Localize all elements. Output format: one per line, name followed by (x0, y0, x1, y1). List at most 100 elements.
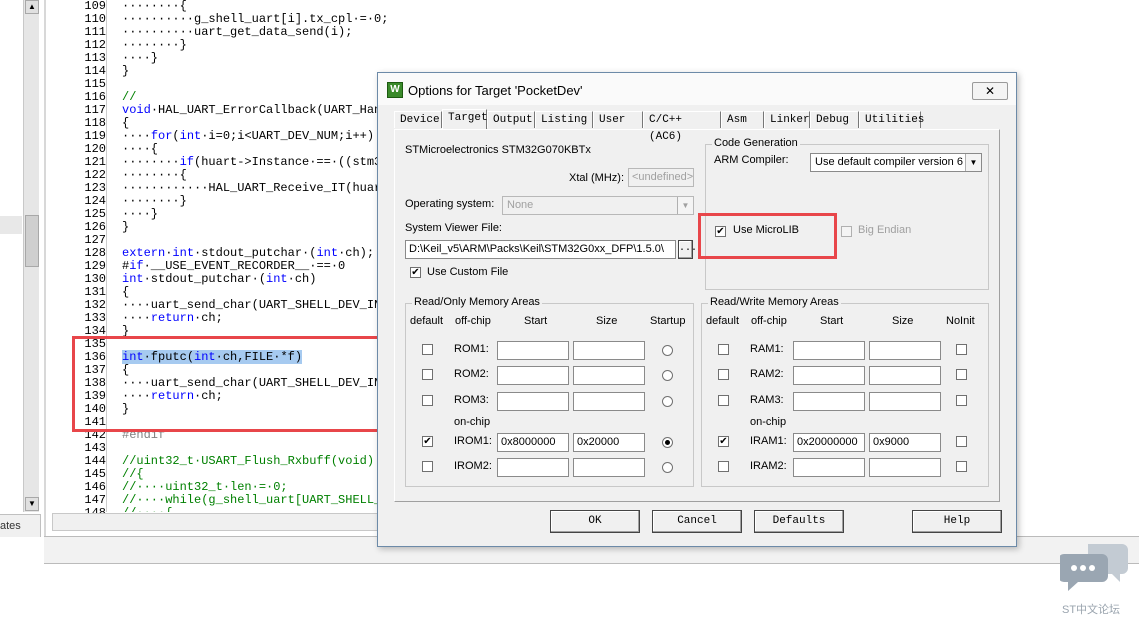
start-field[interactable] (497, 366, 569, 385)
default-checkbox[interactable] (422, 344, 433, 355)
default-checkbox[interactable] (422, 395, 433, 406)
size-field[interactable] (869, 341, 941, 360)
microlib-highlight-box (698, 213, 837, 259)
code-text: ··········g_shell_uart[i].tx_cpl·=·0; (122, 12, 389, 26)
start-field[interactable] (793, 392, 865, 411)
editor-horizontal-scrollbar[interactable] (52, 513, 384, 531)
code-text: ········} (122, 38, 187, 52)
code-line: void·HAL_UART_ErrorCallback(UART_Handle (122, 104, 402, 117)
tab-user[interactable]: User (593, 111, 643, 128)
help-button[interactable]: Help (912, 510, 1002, 533)
default-checkbox[interactable] (718, 344, 729, 355)
arm-compiler-select[interactable]: Use default compiler version 6 ▼ (810, 153, 982, 172)
column-header: off-chip (751, 315, 787, 327)
size-field[interactable] (869, 366, 941, 385)
tab-c-c-ac6[interactable]: C/C++ (AC6) (643, 111, 721, 143)
code-text: ··········uart_get_data_send(i); (122, 25, 353, 39)
code-text: int·stdout_putchar·(int·ch) (122, 272, 317, 286)
tab-debug[interactable]: Debug (810, 111, 859, 128)
start-field[interactable] (793, 366, 865, 385)
size-field[interactable] (869, 458, 941, 477)
noinit-checkbox[interactable] (956, 344, 967, 355)
size-field[interactable] (573, 366, 645, 385)
onchip-label: on-chip (750, 416, 787, 428)
readwrite-memory-group: Read/Write Memory Areas default off-chip S… (701, 296, 989, 487)
tab-utilities[interactable]: Utilities (859, 111, 924, 128)
column-header: NoInit (946, 315, 975, 327)
xtal-field[interactable]: <undefined> (628, 168, 694, 187)
memory-area-name: IRAM1: (750, 435, 787, 447)
start-field[interactable] (497, 392, 569, 411)
dialog-titlebar[interactable]: W Options for Target 'PocketDev' ✕ (378, 73, 1016, 105)
watermark-text: ST中文论坛 (1062, 604, 1121, 616)
code-editor[interactable]: ········{··········g_shell_uart[i].tx_cp… (122, 0, 402, 512)
noinit-checkbox[interactable] (956, 461, 967, 472)
column-header: Start (524, 315, 548, 327)
svf-field[interactable]: D:\Keil_v5\ARM\Packs\Keil\STM32G0xx_DFP\… (405, 240, 676, 259)
scroll-down-arrow-icon[interactable]: ▼ (25, 497, 39, 511)
options-dialog: W Options for Target 'PocketDev' ✕ Devic… (377, 72, 1017, 547)
project-panel-tab[interactable]: ates (0, 514, 41, 537)
default-checkbox[interactable]: ✔ (718, 436, 729, 447)
startup-radio[interactable] (662, 462, 673, 473)
tab-asm[interactable]: Asm (721, 111, 764, 128)
os-select[interactable]: None ▼ (502, 196, 694, 215)
size-field[interactable] (573, 458, 645, 477)
size-field[interactable]: 0x20000 (573, 433, 645, 452)
code-line: } (122, 65, 402, 78)
project-panel-selected-row[interactable] (0, 216, 22, 234)
scrollbar-thumb[interactable] (25, 215, 39, 267)
startup-radio[interactable] (662, 345, 673, 356)
start-field[interactable]: 0x8000000 (497, 433, 569, 452)
memory-area-name: ROM1: (454, 343, 489, 355)
onchip-label: on-chip (454, 416, 491, 428)
default-checkbox[interactable] (718, 369, 729, 380)
size-field[interactable] (573, 392, 645, 411)
default-checkbox[interactable]: ✔ (422, 436, 433, 447)
start-field[interactable] (793, 341, 865, 360)
start-field[interactable] (497, 341, 569, 360)
size-field[interactable]: 0x9000 (869, 433, 941, 452)
start-field[interactable]: 0x20000000 (793, 433, 865, 452)
default-checkbox[interactable] (718, 395, 729, 406)
startup-radio[interactable] (662, 370, 673, 381)
big-endian-checkbox[interactable] (841, 226, 852, 237)
noinit-checkbox[interactable] (956, 436, 967, 447)
close-icon[interactable]: ✕ (972, 82, 1008, 100)
tab-listing[interactable]: Listing (535, 111, 593, 128)
keil-app-icon: W (387, 82, 403, 98)
code-text: //····while(g_shell_uart[UART_SHELL_DE (122, 493, 396, 507)
use-custom-file-checkbox[interactable]: ✔ (410, 267, 421, 278)
default-checkbox[interactable] (422, 461, 433, 472)
tab-linker[interactable]: Linker (764, 111, 810, 128)
start-field[interactable] (793, 458, 865, 477)
startup-radio[interactable] (662, 396, 673, 407)
memory-area-name: ROM2: (454, 368, 489, 380)
project-panel-scrollbar[interactable]: ▲ ▼ (23, 0, 39, 512)
tab-output[interactable]: Output (487, 111, 535, 128)
noinit-checkbox[interactable] (956, 369, 967, 380)
arm-compiler-value: Use default compiler version 6 (815, 156, 963, 168)
memory-area-name: IROM1: (454, 435, 492, 447)
tab-target[interactable]: Target (442, 109, 488, 129)
default-checkbox[interactable] (718, 461, 729, 472)
defaults-button[interactable]: Defaults (754, 510, 844, 533)
tab-device[interactable]: Device (394, 111, 442, 128)
size-field[interactable] (869, 392, 941, 411)
cancel-button[interactable]: Cancel (652, 510, 742, 533)
startup-radio[interactable] (662, 437, 673, 448)
arm-compiler-label: ARM Compiler: (714, 154, 789, 166)
default-checkbox[interactable] (422, 369, 433, 380)
noinit-checkbox[interactable] (956, 395, 967, 406)
dialog-title: Options for Target 'PocketDev' (408, 83, 583, 98)
code-text: void·HAL_UART_ErrorCallback(UART_Handle (122, 103, 402, 117)
memory-area-name: RAM2: (750, 368, 784, 380)
size-field[interactable] (573, 341, 645, 360)
code-text: } (122, 64, 130, 78)
start-field[interactable] (497, 458, 569, 477)
scroll-up-arrow-icon[interactable]: ▲ (25, 0, 39, 14)
svf-browse-button[interactable]: ... (678, 240, 697, 259)
code-line: ········} (122, 195, 402, 208)
ok-button[interactable]: OK (550, 510, 640, 533)
